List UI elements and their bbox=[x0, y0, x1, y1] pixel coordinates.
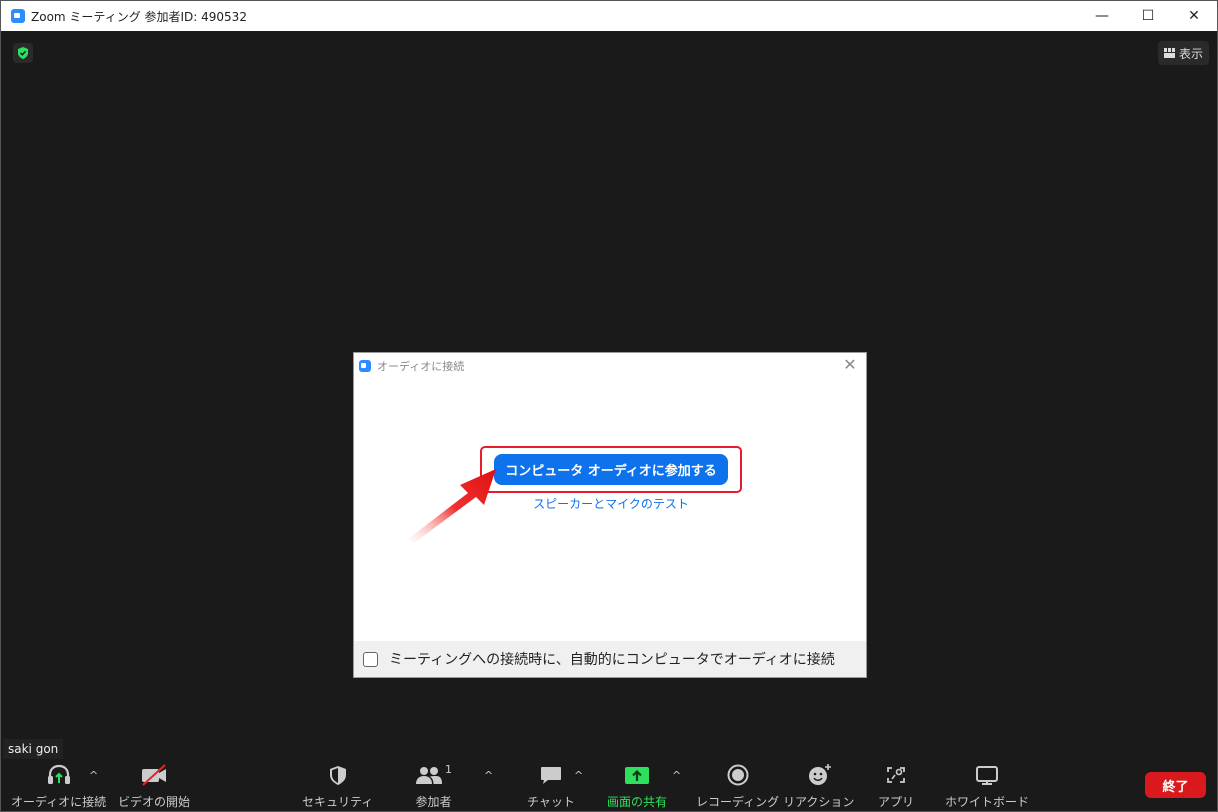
display-label: 表示 bbox=[1178, 46, 1203, 61]
share-options-caret[interactable]: ^ bbox=[672, 769, 681, 782]
reactions-button[interactable]: リアクション bbox=[783, 763, 854, 810]
start-video-label: ビデオの開始 bbox=[118, 795, 191, 809]
close-button[interactable]: ✕ bbox=[1171, 1, 1217, 31]
record-label: レコーディング bbox=[696, 795, 780, 809]
audio-connect-label: オーディオに接続 bbox=[11, 795, 107, 809]
video-off-icon bbox=[140, 763, 168, 787]
security-button[interactable]: セキュリティ bbox=[302, 763, 373, 810]
encryption-shield-icon[interactable] bbox=[13, 43, 33, 63]
people-icon: 1 bbox=[415, 763, 452, 787]
whiteboard-label: ホワイトボード bbox=[945, 795, 1030, 809]
apps-button[interactable]: アプリ bbox=[878, 763, 914, 810]
participants-label: 参加者 bbox=[415, 795, 452, 809]
apps-icon bbox=[884, 763, 908, 787]
auto-connect-checkbox[interactable] bbox=[363, 651, 378, 667]
join-computer-audio-button[interactable]: コンピュータ オーディオに参加する bbox=[494, 454, 728, 485]
audio-options-caret[interactable]: ^ bbox=[89, 769, 98, 782]
maximize-button[interactable]: ☐ bbox=[1125, 1, 1171, 31]
chat-bubble-icon bbox=[539, 763, 563, 787]
dialog-title: オーディオに接続 bbox=[377, 360, 465, 373]
reactions-label: リアクション bbox=[783, 795, 855, 809]
participants-options-caret[interactable]: ^ bbox=[484, 769, 493, 782]
minimize-button[interactable]: — bbox=[1079, 1, 1125, 31]
zoom-app-icon bbox=[359, 360, 371, 372]
chat-options-caret[interactable]: ^ bbox=[574, 769, 583, 782]
whiteboard-button[interactable]: ホワイトボード bbox=[945, 763, 1029, 810]
meeting-toolbar: オーディオに接続 ^ ビデオの開始 セキュリティ 1 参加者 ^ チャット ^ … bbox=[1, 759, 1217, 811]
grid-icon bbox=[1163, 48, 1175, 58]
title-bar: Zoom ミーティング 参加者ID: 490532 — ☐ ✕ bbox=[1, 1, 1217, 31]
dialog-titlebar: オーディオに接続 bbox=[359, 358, 464, 374]
zoom-window: Zoom ミーティング 参加者ID: 490532 — ☐ ✕ 表示 オーディオ… bbox=[0, 0, 1218, 812]
view-display-button[interactable]: 表示 bbox=[1157, 41, 1209, 65]
zoom-app-icon bbox=[11, 9, 25, 23]
chat-label: チャット bbox=[527, 795, 575, 809]
emoji-plus-icon bbox=[806, 763, 832, 787]
record-icon bbox=[726, 763, 750, 787]
shield-icon bbox=[327, 763, 349, 787]
window-controls: — ☐ ✕ bbox=[1079, 1, 1217, 31]
share-screen-icon bbox=[624, 763, 650, 787]
share-screen-button[interactable]: 画面の共有 bbox=[607, 763, 667, 810]
window-title: Zoom ミーティング 参加者ID: 490532 bbox=[31, 9, 247, 24]
security-label: セキュリティ bbox=[302, 795, 374, 809]
participants-button[interactable]: 1 参加者 bbox=[415, 763, 452, 810]
dialog-footer: ミーティングへの接続時に、自動的にコンピュータでオーディオに接続 bbox=[354, 641, 866, 677]
whiteboard-icon bbox=[975, 763, 999, 787]
share-screen-label: 画面の共有 bbox=[607, 795, 668, 809]
headphones-icon bbox=[46, 763, 72, 787]
apps-label: アプリ bbox=[878, 795, 915, 809]
pointer-arrow bbox=[408, 469, 496, 543]
record-button[interactable]: レコーディング bbox=[696, 763, 779, 810]
participants-count: 1 bbox=[445, 762, 452, 776]
end-meeting-button[interactable]: 終了 bbox=[1145, 772, 1206, 798]
start-video-button[interactable]: ビデオの開始 bbox=[118, 763, 190, 810]
dialog-close-button[interactable]: ✕ bbox=[842, 355, 858, 374]
auto-connect-label[interactable]: ミーティングへの接続時に、自動的にコンピュータでオーディオに接続 bbox=[389, 649, 835, 669]
participant-name-tag: saki gon bbox=[3, 739, 64, 759]
chat-button[interactable]: チャット bbox=[527, 763, 575, 810]
